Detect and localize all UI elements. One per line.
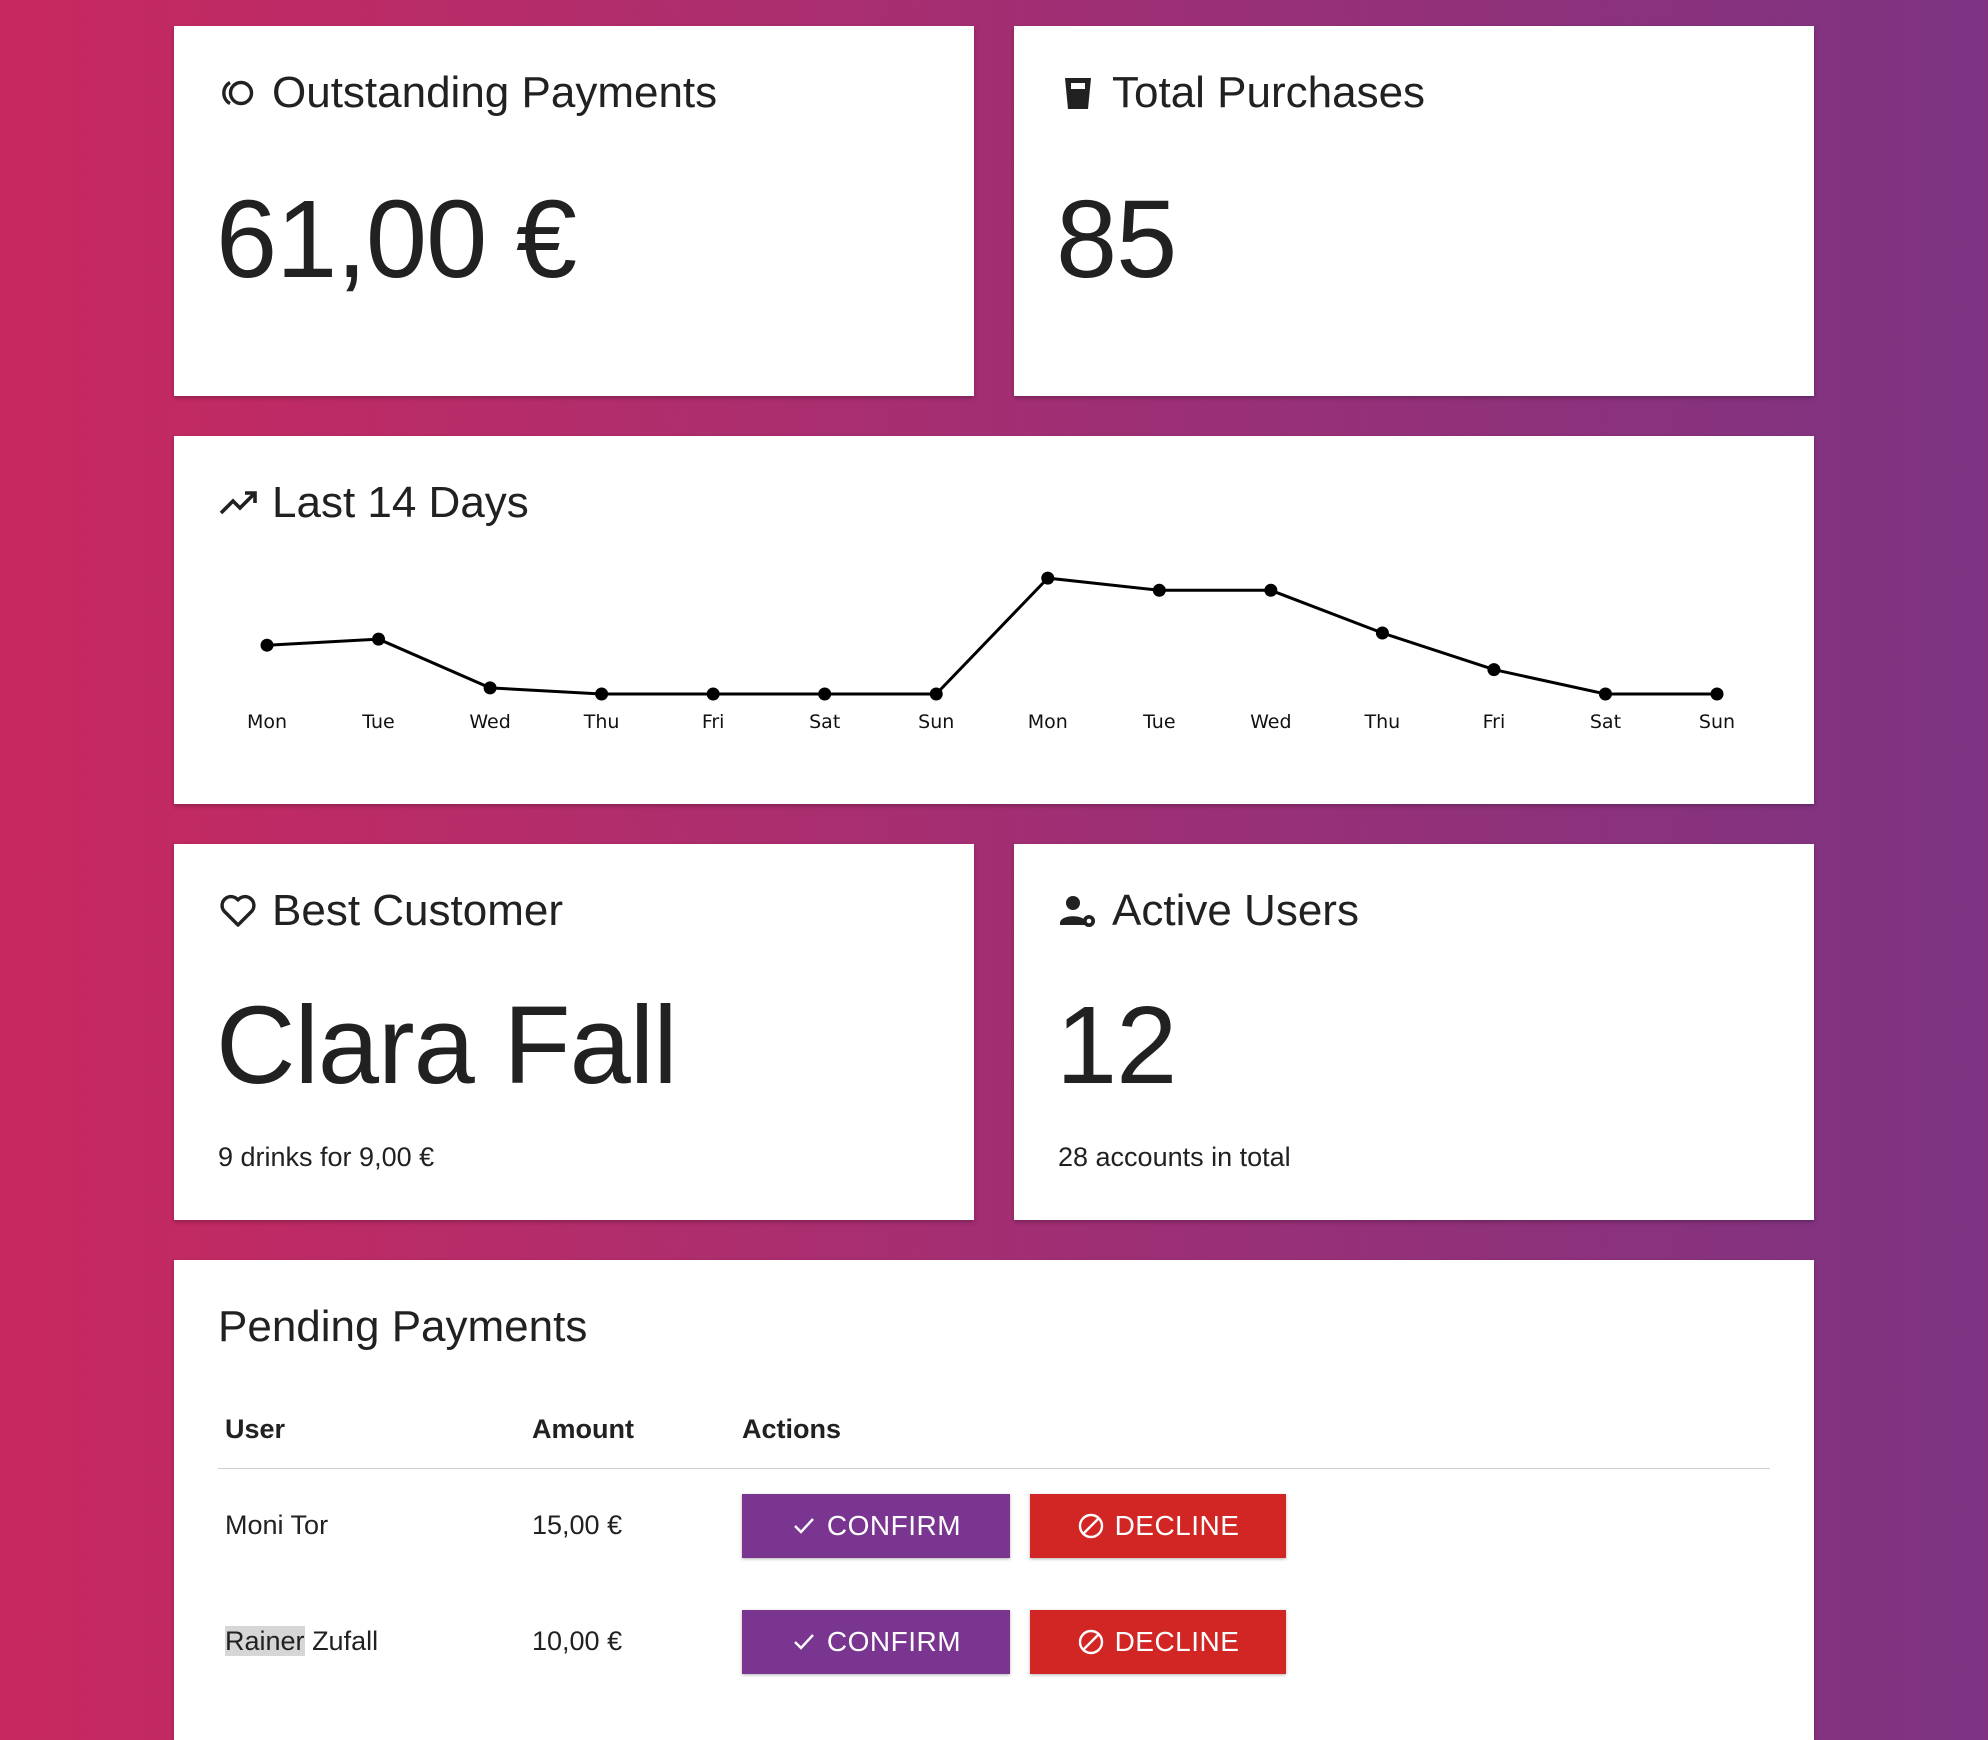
decline-button[interactable]: DECLINE: [1030, 1494, 1286, 1558]
data-point: [1041, 571, 1055, 585]
outstanding-amount: 61,00 €: [216, 178, 577, 301]
payment-amount: 15,00 €: [532, 1510, 623, 1540]
data-point: [1152, 583, 1166, 597]
card-header: Total Purchases: [1058, 68, 1425, 118]
active-users-card: Active Users 12 28 accounts in total: [1014, 844, 1814, 1220]
data-point: [483, 681, 497, 695]
data-point: [1375, 626, 1389, 640]
data-point: [372, 632, 386, 646]
total-purchases-count: 85: [1056, 178, 1177, 301]
data-point: [1598, 687, 1612, 701]
payment-amount: 10,00 €: [532, 1626, 623, 1656]
outstanding-payments-card: Outstanding Payments 61,00 €: [174, 26, 974, 396]
data-point: [929, 687, 943, 701]
column-header-amount: Amount: [532, 1414, 634, 1444]
trending-up-icon: [218, 483, 258, 523]
x-tick-label: Thu: [1364, 711, 1401, 733]
best-customer-name: Clara Fall: [216, 984, 678, 1107]
card-title: Pending Payments: [218, 1302, 588, 1351]
check-icon: [791, 1629, 817, 1655]
x-tick-label: Sun: [1699, 711, 1735, 733]
x-tick-label: Tue: [361, 711, 394, 733]
series-line: [266, 576, 1717, 696]
best-customer-card: Best Customer Clara Fall 9 drinks for 9,…: [174, 844, 974, 1220]
decline-button[interactable]: DECLINE: [1030, 1610, 1286, 1674]
pending-payments-card: Pending Payments User Amount Actions Mon…: [174, 1260, 1814, 1740]
user-name: Rainer Zufall: [225, 1626, 379, 1656]
x-tick-label: Wed: [469, 711, 510, 733]
card-title: Best Customer: [272, 886, 563, 935]
cup-icon: [1058, 73, 1098, 113]
block-icon: [1077, 1628, 1105, 1656]
column-header-actions: Actions: [742, 1414, 842, 1444]
data-point: [1264, 583, 1278, 597]
column-header-user: User: [225, 1414, 286, 1444]
total-purchases-card: Total Purchases 85: [1014, 26, 1814, 396]
card-title: Active Users: [1112, 886, 1359, 935]
best-customer-detail: 9 drinks for 9,00 €: [218, 1142, 435, 1172]
x-tick-label: Mon: [1028, 711, 1068, 733]
confirm-button[interactable]: CONFIRM: [742, 1610, 1010, 1674]
data-point: [706, 687, 720, 701]
card-header: Last 14 Days: [218, 478, 529, 528]
confirm-label: CONFIRM: [826, 1626, 962, 1657]
confirm-button[interactable]: CONFIRM: [742, 1494, 1010, 1558]
card-header: Outstanding Payments: [218, 68, 717, 118]
x-tick-label: Fri: [702, 711, 725, 733]
coins-icon: [218, 73, 258, 113]
block-icon: [1077, 1512, 1105, 1540]
check-icon: [791, 1513, 817, 1539]
card-header: Active Users: [1058, 886, 1359, 936]
data-point: [818, 687, 832, 701]
data-point: [1710, 687, 1724, 701]
x-tick-label: Sat: [1590, 711, 1621, 733]
card-title: Last 14 Days: [272, 478, 529, 527]
x-tick-label: Sat: [809, 711, 840, 733]
active-users-count: 12: [1056, 984, 1177, 1107]
table-divider: [218, 1468, 1770, 1469]
x-tick-label: Wed: [1250, 711, 1291, 733]
x-tick-label: Mon: [247, 711, 287, 733]
decline-label: DECLINE: [1114, 1626, 1240, 1657]
x-tick-label: Fri: [1483, 711, 1506, 733]
data-point: [595, 687, 609, 701]
confirm-label: CONFIRM: [826, 1510, 962, 1541]
accounts-total: 28 accounts in total: [1058, 1142, 1291, 1172]
x-tick-label: Sun: [918, 711, 954, 733]
decline-label: DECLINE: [1114, 1510, 1240, 1541]
data-point: [1487, 663, 1501, 677]
card-header: Best Customer: [218, 886, 563, 936]
x-tick-label: Thu: [583, 711, 620, 733]
heart-icon: [218, 891, 258, 931]
user-name: Moni Tor: [225, 1510, 329, 1540]
card-title: Total Purchases: [1112, 68, 1426, 117]
data-point: [260, 638, 274, 652]
card-title: Outstanding Payments: [272, 68, 718, 117]
last-14-days-card: Mon Tue Wed Thu Fri Sat Sun Mon Tue Wed Thu Fri Sat S…: [174, 436, 1814, 804]
x-tick-label: Tue: [1142, 711, 1175, 733]
user-gear-icon: [1058, 891, 1098, 931]
